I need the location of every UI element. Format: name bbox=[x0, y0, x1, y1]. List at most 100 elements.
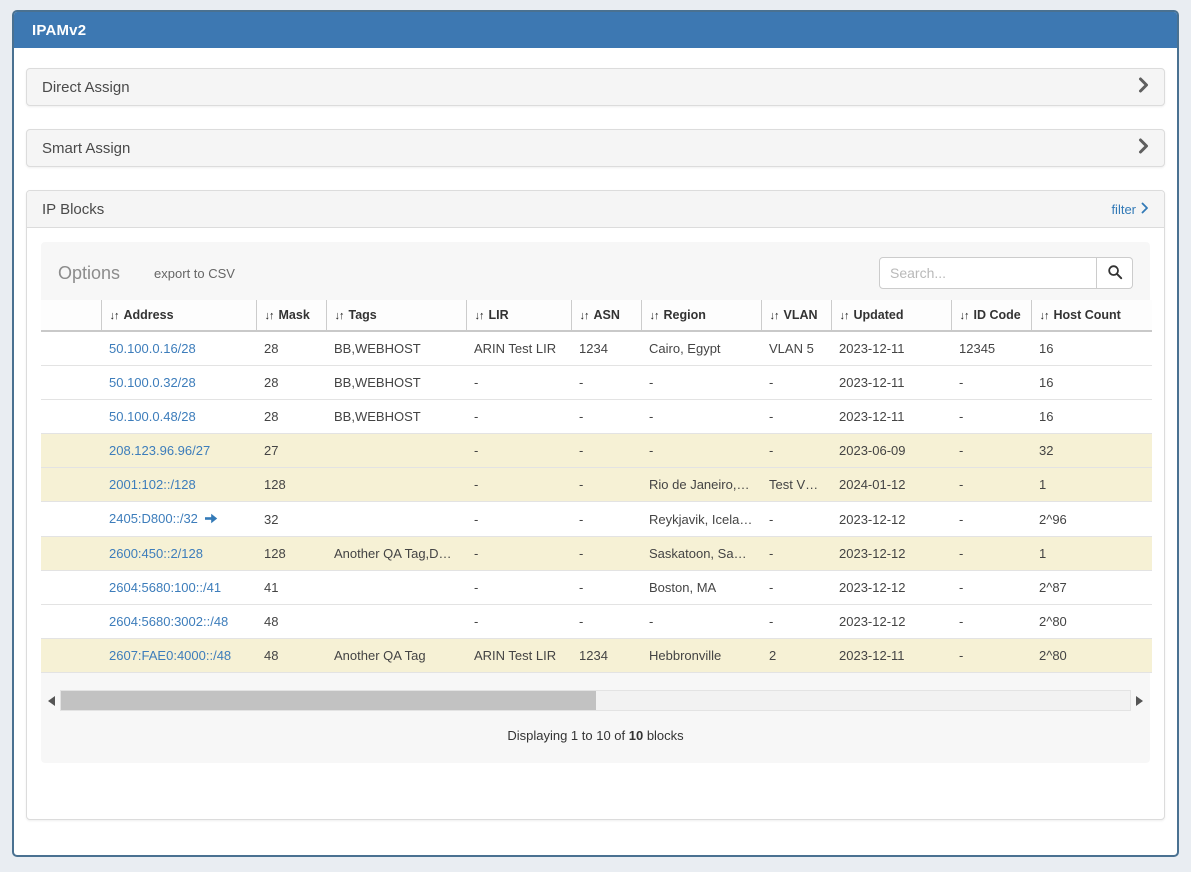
mask-cell: 32 bbox=[256, 502, 326, 537]
scrollbar-thumb[interactable] bbox=[61, 691, 596, 710]
table-row: 50.100.0.48/2828BB,WEBHOST----2023-12-11… bbox=[41, 400, 1152, 434]
sort-icon: ↓↑ bbox=[110, 310, 119, 322]
mask-cell: 48 bbox=[256, 605, 326, 639]
app-title: IPAMv2 bbox=[32, 22, 86, 39]
column-header-address[interactable]: ↓↑ Address bbox=[101, 300, 256, 331]
scrollbar-right-arrow[interactable] bbox=[1133, 690, 1146, 711]
vlan-cell: VLAN 5 bbox=[761, 331, 831, 366]
blank-column-header bbox=[41, 300, 101, 331]
column-header-mask[interactable]: ↓↑Mask bbox=[256, 300, 326, 331]
address-link[interactable]: 2405:D800::/32 bbox=[109, 511, 198, 526]
column-header-updated[interactable]: ↓↑Updated bbox=[831, 300, 951, 331]
host-count-cell: 2^80 bbox=[1031, 639, 1152, 673]
column-header-host-count[interactable]: ↓↑Host Count bbox=[1031, 300, 1152, 331]
mask-cell: 48 bbox=[256, 639, 326, 673]
direct-assign-panel[interactable]: Direct Assign bbox=[26, 68, 1165, 106]
vlan-cell: - bbox=[761, 502, 831, 537]
address-link[interactable]: 50.100.0.48/28 bbox=[109, 409, 196, 424]
column-header-id-code[interactable]: ↓↑ID Code bbox=[951, 300, 1031, 331]
column-label: Updated bbox=[854, 308, 904, 322]
column-header-asn[interactable]: ↓↑ASN bbox=[571, 300, 641, 331]
vlan-cell: - bbox=[761, 537, 831, 571]
chevron-right-icon bbox=[1141, 202, 1149, 217]
address-link[interactable]: 2001:102::/128 bbox=[109, 477, 196, 492]
sort-icon: ↓↑ bbox=[650, 310, 659, 322]
host-count-cell: 16 bbox=[1031, 331, 1152, 366]
sort-icon: ↓↑ bbox=[265, 310, 274, 322]
table-row: 50.100.0.16/2828BB,WEBHOSTARIN Test LIR1… bbox=[41, 331, 1152, 366]
host-count-cell: 2^87 bbox=[1031, 571, 1152, 605]
smart-assign-panel[interactable]: Smart Assign bbox=[26, 129, 1165, 167]
asn-cell: - bbox=[571, 605, 641, 639]
filter-label: filter bbox=[1111, 202, 1136, 217]
blank-cell bbox=[41, 434, 101, 468]
options-label: Options bbox=[58, 263, 120, 284]
updated-cell: 2023-06-09 bbox=[831, 434, 951, 468]
region-cell: Saskatoon, Sask… bbox=[641, 537, 761, 571]
address-cell: 2600:450::2/128 bbox=[101, 537, 256, 571]
asn-cell: - bbox=[571, 366, 641, 400]
table-header-row: ↓↑Address↓↑Mask↓↑Tags↓↑LIR↓↑ASN↓↑Region↓… bbox=[41, 300, 1152, 331]
scrollbar-track[interactable] bbox=[60, 690, 1131, 711]
tags-cell bbox=[326, 502, 466, 537]
asn-cell: - bbox=[571, 571, 641, 605]
search-input[interactable] bbox=[879, 257, 1097, 289]
address-cell: 2001:102::/128 bbox=[101, 468, 256, 502]
address-cell: 208.123.96.96/27 bbox=[101, 434, 256, 468]
blank-cell bbox=[41, 537, 101, 571]
horizontal-scrollbar bbox=[45, 690, 1146, 711]
column-label: Region bbox=[664, 308, 706, 322]
lir-cell: - bbox=[466, 502, 571, 537]
region-cell: - bbox=[641, 366, 761, 400]
id-code-cell: - bbox=[951, 434, 1031, 468]
address-link[interactable]: 2607:FAE0:4000::/48 bbox=[109, 648, 231, 663]
region-cell: - bbox=[641, 605, 761, 639]
asn-cell: - bbox=[571, 537, 641, 571]
column-label: Host Count bbox=[1054, 308, 1121, 322]
table-row: 2607:FAE0:4000::/4848Another QA TagARIN … bbox=[41, 639, 1152, 673]
scrollbar-left-arrow[interactable] bbox=[45, 690, 58, 711]
column-label: ID Code bbox=[974, 308, 1021, 322]
ip-blocks-body: Options export to CSV bbox=[27, 228, 1164, 819]
host-count-cell: 16 bbox=[1031, 400, 1152, 434]
asn-cell: - bbox=[571, 400, 641, 434]
id-code-cell: - bbox=[951, 468, 1031, 502]
pagination-total: 10 bbox=[629, 728, 643, 743]
address-link[interactable]: 2600:450::2/128 bbox=[109, 546, 203, 561]
filter-link[interactable]: filter bbox=[1111, 202, 1149, 217]
lir-cell: - bbox=[466, 468, 571, 502]
lir-cell: - bbox=[466, 400, 571, 434]
region-cell: Reykjavik, Iceland bbox=[641, 502, 761, 537]
column-header-tags[interactable]: ↓↑Tags bbox=[326, 300, 466, 331]
column-label: Address bbox=[124, 308, 174, 322]
updated-cell: 2023-12-12 bbox=[831, 605, 951, 639]
updated-cell: 2024-01-12 bbox=[831, 468, 951, 502]
address-link[interactable]: 2604:5680:100::/41 bbox=[109, 580, 221, 595]
address-link[interactable]: 208.123.96.96/27 bbox=[109, 443, 210, 458]
ip-blocks-well: Options export to CSV bbox=[41, 242, 1150, 763]
tags-cell: Another QA Tag bbox=[326, 639, 466, 673]
search-icon bbox=[1107, 264, 1123, 283]
vlan-cell: - bbox=[761, 605, 831, 639]
ip-blocks-table: ↓↑Address↓↑Mask↓↑Tags↓↑LIR↓↑ASN↓↑Region↓… bbox=[41, 300, 1152, 673]
column-header-vlan[interactable]: ↓↑VLAN bbox=[761, 300, 831, 331]
search-button[interactable] bbox=[1097, 257, 1133, 289]
blank-cell bbox=[41, 502, 101, 537]
host-count-cell: 1 bbox=[1031, 537, 1152, 571]
mask-cell: 128 bbox=[256, 468, 326, 502]
host-count-cell: 2^96 bbox=[1031, 502, 1152, 537]
address-link[interactable]: 50.100.0.32/28 bbox=[109, 375, 196, 390]
id-code-cell: - bbox=[951, 400, 1031, 434]
address-link[interactable]: 50.100.0.16/28 bbox=[109, 341, 196, 356]
column-header-region[interactable]: ↓↑ Region bbox=[641, 300, 761, 331]
address-cell: 2405:D800::/32 bbox=[101, 502, 256, 537]
export-csv-link[interactable]: export to CSV bbox=[154, 266, 235, 281]
address-link[interactable]: 2604:5680:3002::/48 bbox=[109, 614, 228, 629]
blank-cell bbox=[41, 366, 101, 400]
right-triangle-icon bbox=[1136, 696, 1143, 706]
mask-cell: 128 bbox=[256, 537, 326, 571]
column-header-lir[interactable]: ↓↑LIR bbox=[466, 300, 571, 331]
vlan-cell: - bbox=[761, 366, 831, 400]
blank-cell bbox=[41, 571, 101, 605]
vlan-cell: - bbox=[761, 400, 831, 434]
